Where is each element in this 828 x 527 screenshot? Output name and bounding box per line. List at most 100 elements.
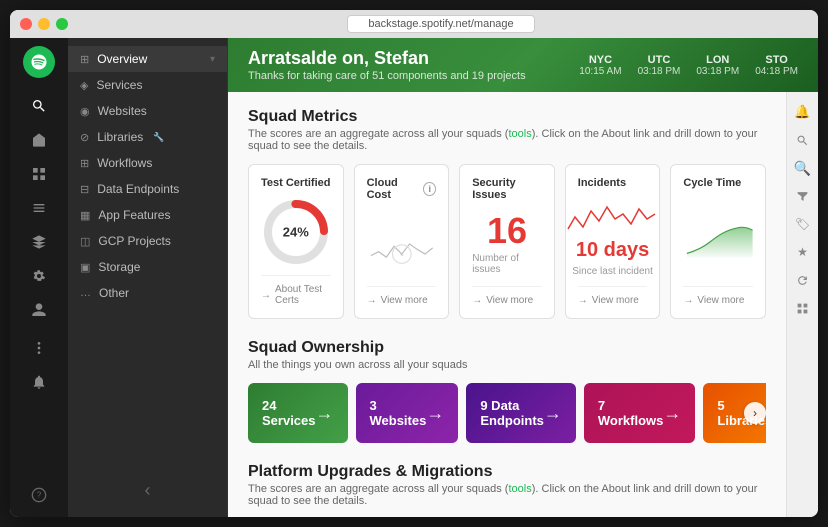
workflows-arrow: → xyxy=(663,403,681,424)
services-label: 24 Services xyxy=(262,398,316,428)
platform-title: Platform Upgrades & Migrations xyxy=(248,463,766,481)
url-bar[interactable]: backstage.spotify.net/manage xyxy=(347,15,534,33)
nav-data-endpoints-label: Data Endpoints xyxy=(97,182,179,196)
main-content: Squad Metrics The scores are an aggregat… xyxy=(228,92,786,517)
workflows-label: 7 Workflows xyxy=(598,398,664,428)
sidebar-grid-icon[interactable] xyxy=(21,158,57,190)
data-endpoints-icon: ⊟ xyxy=(80,183,89,196)
nav-panel: ⊞ Overview ▾ ◈ Services ◉ Websites ⊘ Lib… xyxy=(68,38,228,517)
test-certified-footer[interactable]: → About Test Certs xyxy=(261,275,331,306)
donut-value: 24% xyxy=(283,225,309,240)
services-arrow: → xyxy=(316,403,334,424)
nav-item-other[interactable]: … Other xyxy=(68,280,227,306)
cycle-time-footer[interactable]: → View more xyxy=(683,286,753,306)
sidebar-search-icon[interactable] xyxy=(21,90,57,122)
nav-workflows-label: Workflows xyxy=(97,156,152,170)
sidebar-settings-icon[interactable]: ? xyxy=(21,481,57,509)
squad-metrics-sub: The scores are an aggregate across all y… xyxy=(248,128,766,152)
city-utc-name: UTC xyxy=(638,54,681,66)
ownership-nav-next[interactable]: › xyxy=(744,402,766,424)
incidents-days: 10 days xyxy=(576,239,649,262)
city-utc: UTC 03:18 PM xyxy=(638,54,681,77)
maximize-button[interactable] xyxy=(56,18,68,30)
ownership-card-workflows[interactable]: 7 Workflows → xyxy=(584,383,696,443)
security-issues-label: Number of issues xyxy=(472,253,542,275)
security-issues-footer[interactable]: → View more xyxy=(472,286,542,306)
sidebar-person-icon[interactable] xyxy=(21,294,57,326)
close-button[interactable] xyxy=(20,18,32,30)
incidents-footer[interactable]: → View more xyxy=(578,286,648,306)
right-sidebar: 🔔 🔍 🏷 ★ xyxy=(786,92,818,517)
nav-overview-label: Overview xyxy=(97,52,147,66)
cloud-cost-body: ~ xyxy=(367,209,437,278)
ownership-card-websites[interactable]: 3 Websites → xyxy=(356,383,459,443)
city-sto: STO 04:18 PM xyxy=(755,54,798,77)
right-icon-search[interactable] xyxy=(791,128,815,152)
nav-item-websites[interactable]: ◉ Websites xyxy=(68,98,227,124)
data-endpoints-label: 9 Data Endpoints xyxy=(480,398,544,428)
cloud-cost-chart: ~ xyxy=(367,219,437,269)
cloud-cost-info-icon[interactable]: i xyxy=(423,182,436,196)
incidents-body: 10 days Since last incident xyxy=(578,197,648,278)
services-icon: ◈ xyxy=(80,79,88,92)
platform-tools-link[interactable]: tools xyxy=(508,483,531,495)
right-icon-star[interactable]: ★ xyxy=(791,240,815,264)
right-icon-refresh[interactable] xyxy=(791,268,815,292)
city-utc-time: 03:18 PM xyxy=(638,66,681,77)
libraries-badge: 🔧 xyxy=(153,132,164,143)
cloud-cost-footer[interactable]: → View more xyxy=(367,286,437,306)
workflows-icon: ⊞ xyxy=(80,157,89,170)
ownership-card-data-endpoints[interactable]: 9 Data Endpoints → xyxy=(466,383,576,443)
other-icon: … xyxy=(80,287,91,299)
nav-item-data-endpoints[interactable]: ⊟ Data Endpoints xyxy=(68,176,227,202)
metric-card-security-issues: Security Issues 16 Number of issues → Vi… xyxy=(459,164,555,319)
squad-ownership-title: Squad Ownership xyxy=(248,339,766,357)
app-header: Arratsalde on, Stefan Thanks for taking … xyxy=(228,38,818,92)
nav-item-overview[interactable]: ⊞ Overview ▾ xyxy=(68,46,227,72)
city-lon-name: LON xyxy=(696,54,739,66)
squad-metrics-title: Squad Metrics xyxy=(248,108,766,126)
nav-item-gcp-projects[interactable]: ◫ GCP Projects xyxy=(68,228,227,254)
right-icon-filter[interactable] xyxy=(791,184,815,208)
cycle-time-title: Cycle Time xyxy=(683,177,753,189)
right-icon-bell[interactable]: 🔔 xyxy=(791,100,815,124)
platform-sub: The scores are an aggregate across all y… xyxy=(248,483,766,507)
ownership-card-services[interactable]: 24 Services → xyxy=(248,383,348,443)
incidents-sparkline xyxy=(563,199,663,235)
nav-item-services[interactable]: ◈ Services xyxy=(68,72,227,98)
nav-other-label: Other xyxy=(99,286,129,300)
squad-metrics-tools-link[interactable]: tools xyxy=(508,128,531,140)
nav-item-app-features[interactable]: ▦ App Features xyxy=(68,202,227,228)
data-endpoints-arrow: → xyxy=(544,403,562,424)
nav-services-label: Services xyxy=(96,78,142,92)
security-issues-number: 16 xyxy=(487,213,527,249)
test-certified-body: 24% xyxy=(261,197,331,267)
overview-chevron: ▾ xyxy=(210,54,215,65)
sidebar-list-icon[interactable] xyxy=(21,192,57,224)
right-icon-zoom-in[interactable]: 🔍 xyxy=(791,156,815,180)
donut-chart: 24% xyxy=(261,197,331,267)
sidebar-home-icon[interactable] xyxy=(21,124,57,156)
right-icon-tag[interactable]: 🏷 xyxy=(791,212,815,236)
sidebar-dots-icon[interactable] xyxy=(21,332,57,364)
overview-icon: ⊞ xyxy=(80,53,89,66)
city-lon-time: 03:18 PM xyxy=(696,66,739,77)
nav-item-libraries[interactable]: ⊘ Libraries 🔧 xyxy=(68,124,227,150)
libraries-icon: ⊘ xyxy=(80,131,89,144)
city-nyc: NYC 10:15 AM xyxy=(579,54,621,77)
spotify-logo[interactable] xyxy=(23,46,55,78)
cycle-time-body xyxy=(683,197,753,278)
city-lon: LON 03:18 PM xyxy=(696,54,739,77)
sidebar-layer-icon[interactable] xyxy=(21,226,57,258)
nav-collapse-button[interactable]: ‹ xyxy=(68,472,227,509)
header-subtitle: Thanks for taking care of 51 components … xyxy=(248,70,526,82)
sidebar-gear-icon[interactable] xyxy=(21,260,57,292)
nav-item-workflows[interactable]: ⊞ Workflows xyxy=(68,150,227,176)
metric-card-cycle-time: Cycle Time xyxy=(670,164,766,319)
header-cities: NYC 10:15 AM UTC 03:18 PM LON 03:18 PM S… xyxy=(579,54,798,77)
right-icon-grid[interactable] xyxy=(791,296,815,320)
minimize-button[interactable] xyxy=(38,18,50,30)
sidebar-bell-icon[interactable] xyxy=(21,366,57,398)
nav-app-features-label: App Features xyxy=(98,208,170,222)
nav-item-storage[interactable]: ▣ Storage xyxy=(68,254,227,280)
